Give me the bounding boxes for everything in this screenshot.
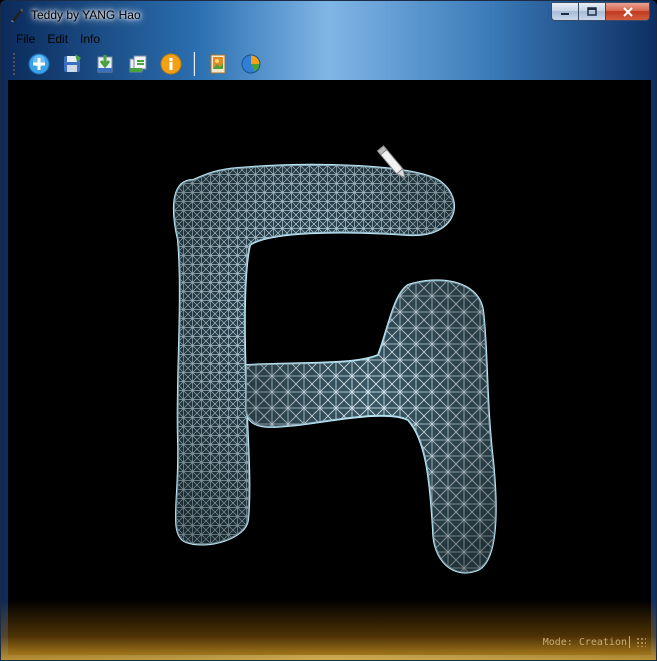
app-window: Teddy by YANG Hao File Edit Info Mode: C…	[0, 0, 657, 661]
menu-edit[interactable]: Edit	[47, 32, 68, 46]
minimize-icon	[561, 12, 569, 15]
status-bar: Mode: Creation	[543, 634, 646, 650]
mesh-model	[172, 145, 497, 574]
import-button[interactable]	[93, 52, 116, 75]
pie-chart-icon	[241, 54, 260, 73]
mesh-body	[172, 163, 497, 574]
texture-button[interactable]	[206, 52, 229, 75]
3d-viewport[interactable]	[8, 80, 651, 655]
import-arrow-icon	[97, 54, 112, 72]
toolbar	[8, 48, 651, 79]
toolbar-grip[interactable]	[12, 51, 16, 76]
resize-grip[interactable]	[636, 637, 646, 647]
pen-app-icon	[11, 8, 24, 22]
title-bar[interactable]: Teddy by YANG Hao	[1, 1, 656, 29]
close-button[interactable]	[605, 2, 650, 21]
save-button[interactable]	[60, 52, 83, 75]
new-button[interactable]	[27, 52, 50, 75]
menu-info[interactable]: Info	[80, 32, 100, 46]
maximize-icon	[587, 6, 597, 16]
statistics-button[interactable]	[239, 52, 262, 75]
menu-bar: File Edit Info	[8, 30, 651, 48]
export-icon	[129, 55, 146, 72]
save-disk-icon	[63, 53, 81, 72]
menu-file[interactable]: File	[16, 32, 35, 46]
mode-label: Mode: Creation	[542, 636, 627, 648]
texture-picture-icon	[210, 54, 225, 73]
minimize-button[interactable]	[551, 2, 578, 21]
text-caret	[629, 636, 630, 648]
maximize-button[interactable]	[578, 2, 605, 21]
new-add-icon	[28, 53, 49, 74]
info-button[interactable]	[159, 52, 182, 75]
export-button[interactable]	[126, 52, 149, 75]
info-icon	[160, 53, 181, 74]
caption-buttons	[551, 2, 650, 21]
window-title: Teddy by YANG Hao	[31, 8, 141, 22]
toolbar-separator	[193, 51, 195, 76]
close-icon	[622, 6, 633, 17]
